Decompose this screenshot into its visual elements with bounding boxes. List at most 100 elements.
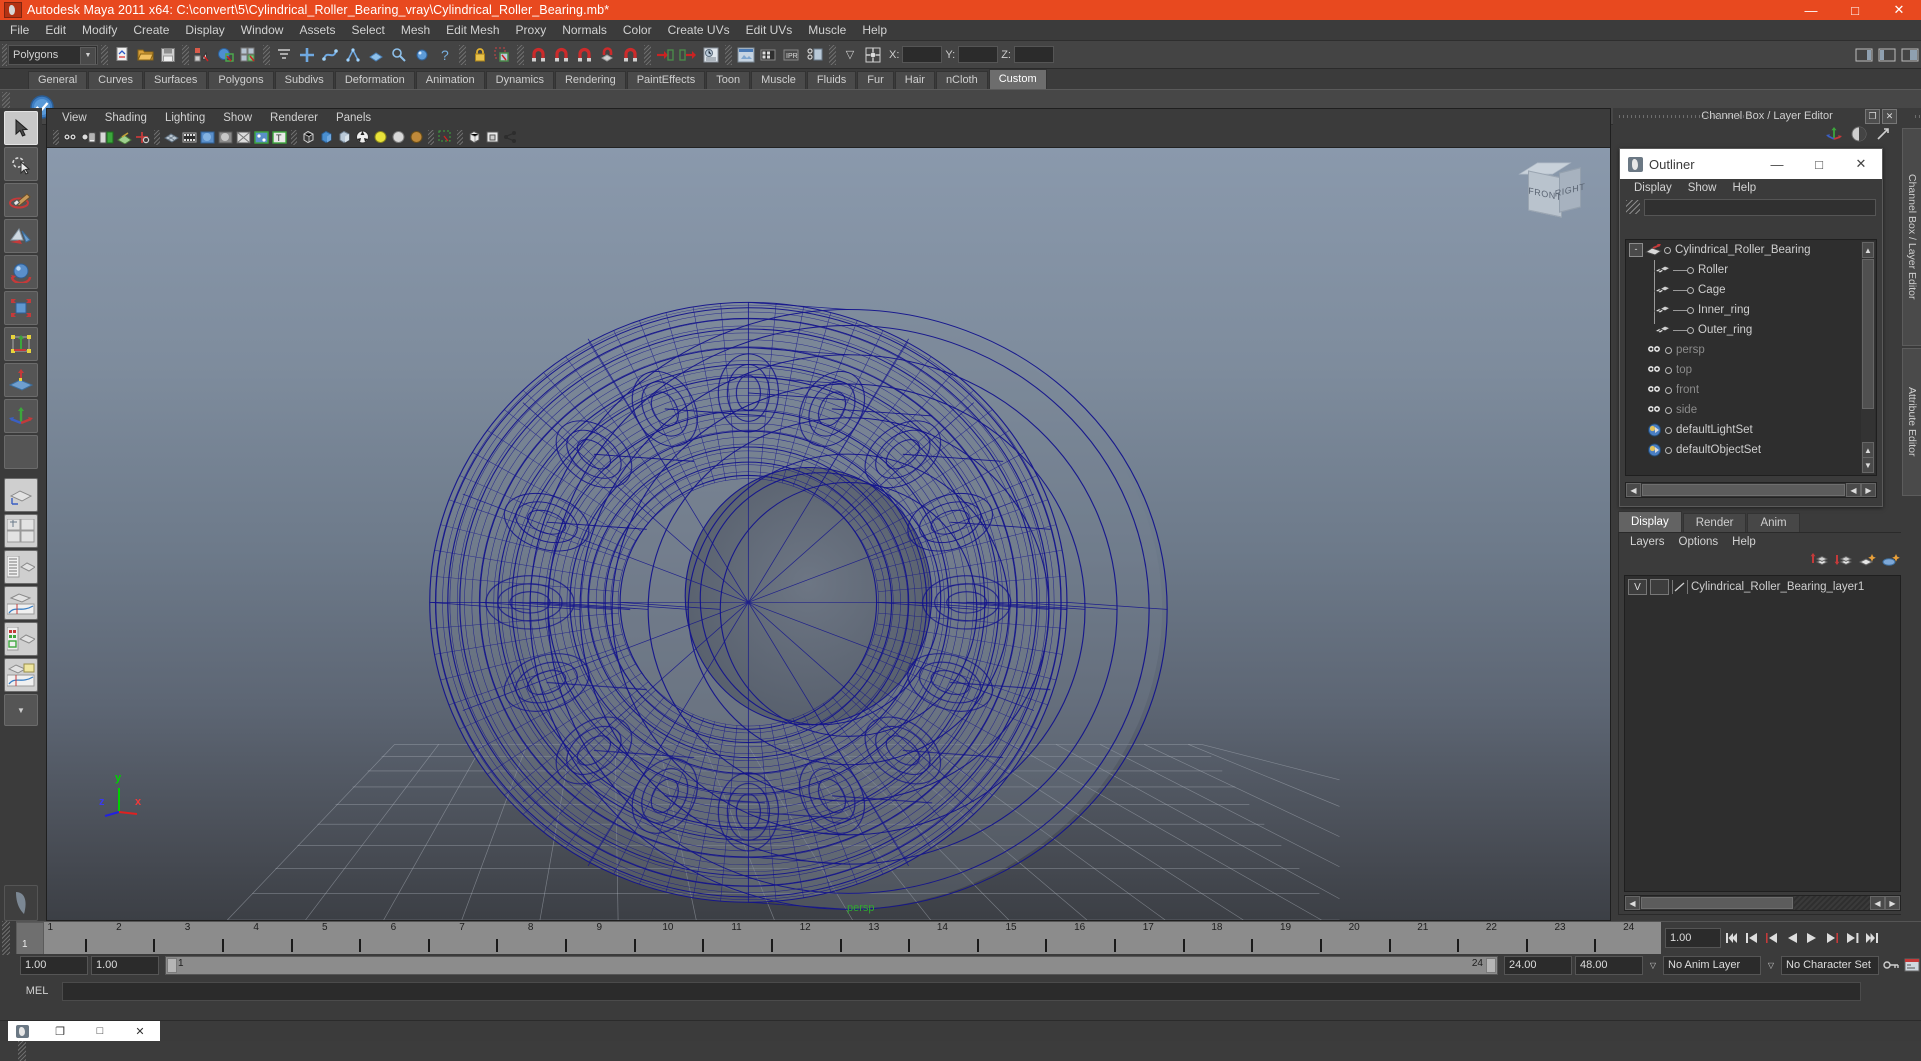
image-plane-icon[interactable] [116, 129, 133, 146]
expand-icon[interactable] [1875, 126, 1891, 145]
toolbar-grip[interactable] [2, 43, 7, 66]
taskbar-window-button[interactable]: ❐ □ ✕ [8, 1021, 160, 1041]
taskbar-maximize-icon[interactable]: □ [80, 1021, 120, 1041]
shelf-tab-animation[interactable]: Animation [415, 71, 485, 89]
outliner-maximize-button[interactable]: □ [1798, 149, 1840, 179]
paint-select-tool[interactable] [4, 183, 38, 217]
select-by-hierarchy-icon[interactable] [192, 44, 214, 66]
maximize-button[interactable]: □ [1833, 0, 1877, 20]
scroll-right-arrow-icon[interactable]: ▶ [1861, 483, 1876, 497]
menu-item-window[interactable]: Window [233, 20, 292, 40]
lighting-default-icon[interactable] [372, 129, 389, 146]
viewport-menu-shading[interactable]: Shading [96, 109, 156, 127]
animation-preferences-icon[interactable] [1903, 955, 1921, 975]
snap-to-point-magnet-icon[interactable] [573, 44, 595, 66]
lasso-select-tool[interactable] [4, 147, 38, 181]
scroll-left-arrow-icon[interactable]: ◀ [1626, 483, 1641, 497]
menu-item-assets[interactable]: Assets [291, 20, 343, 40]
shelf-tab-rendering[interactable]: Rendering [554, 71, 626, 89]
snap-view-planes-icon[interactable] [388, 44, 410, 66]
absolute-transform-icon[interactable] [862, 44, 884, 66]
outliner-node[interactable]: front [1626, 380, 1876, 400]
play-backwards-icon[interactable] [1783, 928, 1801, 948]
smooth-shade-all-icon[interactable] [318, 129, 335, 146]
range-end-field[interactable]: 24.00 [1504, 955, 1572, 975]
step-forward-key-icon[interactable] [1843, 928, 1861, 948]
current-time-indicator[interactable]: 1 [16, 922, 44, 954]
node-handle-icon[interactable] [1665, 366, 1672, 374]
viewport-3d-canvas[interactable]: FRONT RIGHT y z x persp [47, 148, 1610, 920]
rotate-tool[interactable] [4, 255, 38, 289]
menu-item-edit-uvs[interactable]: Edit UVs [738, 20, 801, 40]
camera-attributes-icon[interactable] [80, 129, 97, 146]
bookmarks-icon[interactable] [98, 129, 115, 146]
node-handle-icon[interactable] [1687, 306, 1694, 314]
lighting-all-icon[interactable] [390, 129, 407, 146]
render-view-icon[interactable] [735, 44, 757, 66]
menu-item-create[interactable]: Create [125, 20, 177, 40]
shelf-tab-ncloth[interactable]: nCloth [935, 71, 988, 89]
snap-to-view-magnet-icon[interactable] [619, 44, 641, 66]
outliner-node[interactable]: Inner_ring [1626, 300, 1876, 320]
show-hide-attribute-editor-icon[interactable] [1876, 44, 1898, 66]
time-slider-grip[interactable] [2, 921, 10, 955]
layer-menu-options[interactable]: Options [1672, 533, 1726, 551]
go-to-end-icon[interactable] [1863, 928, 1881, 948]
shared-icon[interactable] [502, 129, 519, 146]
expand-collapse-icon[interactable]: - [1629, 243, 1643, 257]
snap-curves-icon[interactable] [319, 44, 341, 66]
outliner-node[interactable]: defaultLightSet [1626, 420, 1876, 440]
auto-keyframe-icon[interactable] [1882, 955, 1900, 975]
time-slider[interactable]: 1 1 2 3 4 5 6 7 8 9 10 11 12 13 14 15 16 17 18 19 20 21 22 23 2… [16, 921, 1921, 954]
shelf-tab-deformation[interactable]: Deformation [334, 71, 415, 89]
show-manipulator-tool[interactable] [4, 399, 38, 433]
close-icon[interactable]: ✕ [1882, 109, 1897, 124]
node-handle-icon[interactable] [1687, 266, 1694, 274]
shelf-tab-muscle[interactable]: Muscle [751, 71, 806, 89]
snap-to-curve-magnet-icon[interactable] [550, 44, 572, 66]
outliner-persp-layout[interactable] [4, 550, 38, 584]
texture-icon[interactable]: T [271, 129, 288, 146]
range-right-handle[interactable] [1486, 957, 1496, 973]
select-tool[interactable] [4, 111, 38, 145]
viewport-menu-lighting[interactable]: Lighting [156, 109, 214, 127]
range-slider[interactable]: 1 24 [165, 955, 1498, 975]
outliner-node[interactable]: side [1626, 400, 1876, 420]
step-back-frame-icon[interactable] [1763, 928, 1781, 948]
outliner-node[interactable]: Roller [1626, 260, 1876, 280]
menu-item-modify[interactable]: Modify [74, 20, 125, 40]
chevron-down-icon-2[interactable]: ▽ [1764, 957, 1778, 974]
input-connections-icon[interactable] [654, 44, 676, 66]
lighting-shadows-icon[interactable] [408, 129, 425, 146]
move-layer-down-icon[interactable] [1834, 552, 1853, 570]
outliner-tree[interactable]: - Cylindrical_Roller_Bearing Roller Cage Inn… [1625, 239, 1877, 476]
outliner-scroll-thumb[interactable] [1862, 259, 1874, 409]
snap-grids-icon[interactable] [296, 44, 318, 66]
view-cube-right-face[interactable]: RIGHT [1555, 167, 1585, 213]
xray-active-icon[interactable] [484, 129, 501, 146]
save-scene-icon[interactable] [157, 44, 179, 66]
layer-tab-anim[interactable]: Anim [1747, 513, 1800, 532]
chevron-down-icon[interactable]: ▽ [839, 44, 861, 66]
outliner-node[interactable]: - Cylindrical_Roller_Bearing [1626, 240, 1876, 260]
z-input[interactable] [1013, 46, 1054, 63]
menu-item-file[interactable]: File [2, 20, 37, 40]
select-by-object-icon[interactable] [215, 44, 237, 66]
shelf-tab-painteffects[interactable]: PaintEffects [626, 71, 706, 89]
close-button[interactable]: ✕ [1877, 0, 1921, 20]
render-settings-icon[interactable] [804, 44, 826, 66]
animation-end-field[interactable]: 48.00 [1575, 955, 1643, 975]
layer-visibility-toggle[interactable]: V [1628, 579, 1647, 595]
xray-icon[interactable] [235, 129, 252, 146]
construction-history-icon[interactable] [700, 44, 722, 66]
gate-mask-icon[interactable] [217, 129, 234, 146]
range-start-field[interactable]: 1.00 [91, 955, 159, 975]
smooth-shade-selected-icon[interactable] [336, 129, 353, 146]
soft-modification-tool[interactable] [4, 363, 38, 397]
selection-mode-dropdown[interactable]: Polygons ▼ [8, 44, 98, 65]
go-to-start-icon[interactable] [1723, 928, 1741, 948]
shelf-tab-fluids[interactable]: Fluids [806, 71, 857, 89]
outliner-node[interactable]: Cage [1626, 280, 1876, 300]
persp-graph-outliner-layout[interactable] [4, 658, 38, 692]
menu-item-edit-mesh[interactable]: Edit Mesh [438, 20, 507, 40]
